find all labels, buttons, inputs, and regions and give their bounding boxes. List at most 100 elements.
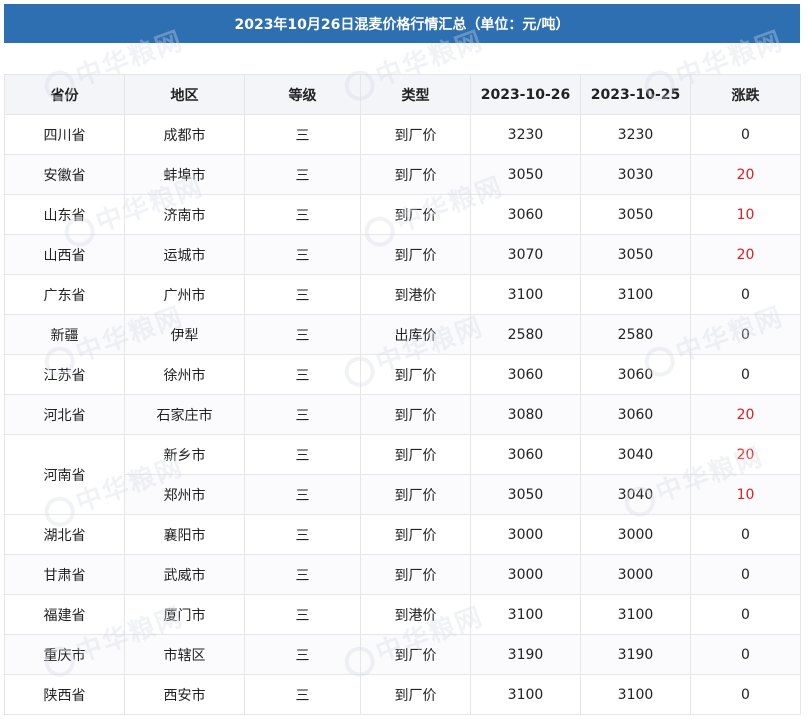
region-cell: 郑州市 — [124, 474, 245, 515]
table-row: 新疆 伊犁 三 出库价 2580 2580 0 — [4, 314, 801, 355]
today-price-cell: 3100 — [470, 594, 581, 635]
grade-cell: 三 — [244, 234, 361, 275]
table-row: 广东省 广州市 三 到港价 3100 3100 0 — [4, 274, 801, 315]
grade-cell: 三 — [244, 514, 361, 555]
region-cell: 济南市 — [124, 194, 245, 235]
col-header-province: 省份 — [4, 74, 125, 115]
table-row: 安徽省 蚌埠市 三 到厂价 3050 3030 20 — [4, 154, 801, 195]
type-cell: 到厂价 — [360, 434, 471, 475]
grade-cell: 三 — [244, 114, 361, 155]
today-price-cell: 3230 — [470, 114, 581, 155]
today-price-cell: 3000 — [470, 554, 581, 595]
change-cell: 20 — [690, 394, 801, 435]
grade-cell: 三 — [244, 314, 361, 355]
prev-price-cell: 3190 — [580, 634, 691, 675]
today-price-cell: 3080 — [470, 394, 581, 435]
table-row: 福建省 厦门市 三 到港价 3100 3100 0 — [4, 594, 801, 635]
table-row: 陕西省 西安市 三 到厂价 3100 3100 0 — [4, 674, 801, 715]
col-header-prev: 2023-10-25 — [580, 74, 691, 115]
today-price-cell: 3060 — [470, 354, 581, 395]
change-cell: 20 — [690, 234, 801, 275]
province-cell: 四川省 — [4, 114, 125, 155]
region-cell: 伊犁 — [124, 314, 245, 355]
prev-price-cell: 3230 — [580, 114, 691, 155]
col-header-grade: 等级 — [244, 74, 361, 115]
today-price-cell: 3060 — [470, 434, 581, 475]
table-header-row: 省份 地区 等级 类型 2023-10-26 2023-10-25 涨跌 — [4, 74, 801, 115]
col-header-region: 地区 — [124, 74, 245, 115]
type-cell: 到港价 — [360, 594, 471, 635]
change-cell: 10 — [690, 194, 801, 235]
province-cell: 福建省 — [4, 594, 125, 635]
change-cell: 0 — [690, 274, 801, 315]
prev-price-cell: 3040 — [580, 474, 691, 515]
region-cell: 市辖区 — [124, 634, 245, 675]
province-cell: 重庆市 — [4, 634, 125, 675]
today-price-cell: 3100 — [470, 674, 581, 715]
prev-price-cell: 2580 — [580, 314, 691, 355]
type-cell: 到厂价 — [360, 394, 471, 435]
grade-cell: 三 — [244, 474, 361, 515]
prev-price-cell: 3100 — [580, 674, 691, 715]
type-cell: 出库价 — [360, 314, 471, 355]
region-cell: 成都市 — [124, 114, 245, 155]
grade-cell: 三 — [244, 154, 361, 195]
region-cell: 石家庄市 — [124, 394, 245, 435]
grade-cell: 三 — [244, 434, 361, 475]
table-row: 河北省 石家庄市 三 到厂价 3080 3060 20 — [4, 394, 801, 435]
table-row: 郑州市 三 到厂价 3050 3040 10 — [5, 474, 801, 515]
prev-price-cell: 3000 — [580, 514, 691, 555]
province-cell: 山西省 — [4, 234, 125, 275]
grade-cell: 三 — [244, 674, 361, 715]
type-cell: 到厂价 — [360, 234, 471, 275]
region-cell: 武威市 — [124, 554, 245, 595]
type-cell: 到厂价 — [360, 354, 471, 395]
type-cell: 到厂价 — [360, 194, 471, 235]
grade-cell: 三 — [244, 394, 361, 435]
province-cell: 湖北省 — [4, 514, 125, 555]
province-cell: 河北省 — [4, 394, 125, 435]
change-cell: 0 — [690, 634, 801, 675]
table-row: 江苏省 徐州市 三 到厂价 3060 3060 0 — [4, 354, 801, 395]
today-price-cell: 3050 — [470, 474, 581, 515]
province-cell: 安徽省 — [4, 154, 125, 195]
prev-price-cell: 3030 — [580, 154, 691, 195]
today-price-cell: 3190 — [470, 634, 581, 675]
grade-cell: 三 — [244, 594, 361, 635]
province-cell: 江苏省 — [4, 354, 125, 395]
prev-price-cell: 3060 — [580, 394, 691, 435]
change-cell: 20 — [690, 154, 801, 195]
table-row: 湖北省 襄阳市 三 到厂价 3000 3000 0 — [4, 514, 801, 555]
type-cell: 到厂价 — [360, 114, 471, 155]
province-cell: 河南省 — [4, 434, 125, 515]
type-cell: 到厂价 — [360, 474, 471, 515]
change-cell: 0 — [690, 554, 801, 595]
today-price-cell: 3070 — [470, 234, 581, 275]
region-cell: 新乡市 — [124, 434, 245, 475]
grade-cell: 三 — [244, 634, 361, 675]
col-header-change: 涨跌 — [690, 74, 801, 115]
province-cell: 山东省 — [4, 194, 125, 235]
type-cell: 到厂价 — [360, 634, 471, 675]
change-cell: 20 — [690, 434, 801, 475]
change-cell: 0 — [690, 594, 801, 635]
prev-price-cell: 3040 — [580, 434, 691, 475]
type-cell: 到厂价 — [360, 514, 471, 555]
region-cell: 蚌埠市 — [124, 154, 245, 195]
prev-price-cell: 3100 — [580, 274, 691, 315]
prev-price-cell: 3050 — [580, 234, 691, 275]
table-row: 四川省 成都市 三 到厂价 3230 3230 0 — [4, 114, 801, 155]
table-row: 甘肃省 武威市 三 到厂价 3000 3000 0 — [4, 554, 801, 595]
region-cell: 厦门市 — [124, 594, 245, 635]
type-cell: 到港价 — [360, 274, 471, 315]
today-price-cell: 3060 — [470, 194, 581, 235]
change-cell: 10 — [690, 474, 801, 515]
type-cell: 到厂价 — [360, 554, 471, 595]
province-cell: 广东省 — [4, 274, 125, 315]
table-row: 山西省 运城市 三 到厂价 3070 3050 20 — [4, 234, 801, 275]
prev-price-cell: 3100 — [580, 594, 691, 635]
region-cell: 徐州市 — [124, 354, 245, 395]
prev-price-cell: 3000 — [580, 554, 691, 595]
today-price-cell: 2580 — [470, 314, 581, 355]
province-cell: 甘肃省 — [4, 554, 125, 595]
